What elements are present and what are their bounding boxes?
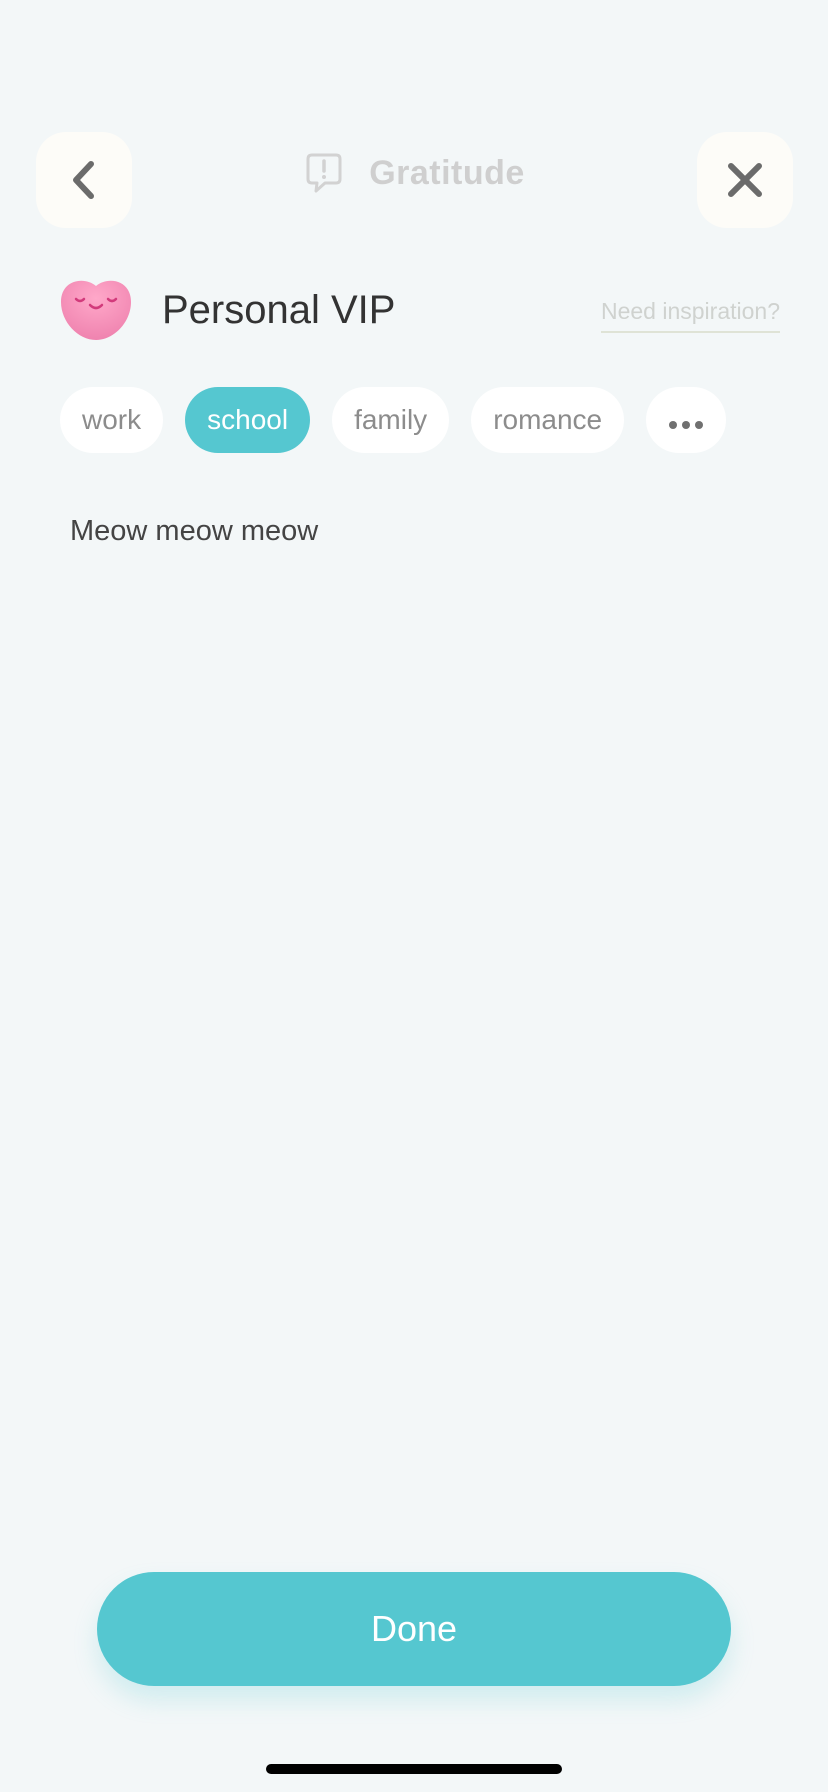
home-indicator — [266, 1764, 562, 1774]
journal-entry-text[interactable]: Meow meow meow — [70, 515, 760, 548]
tag-list: work school family romance — [60, 387, 727, 453]
mood-label: Personal VIP — [162, 288, 396, 332]
page-title: Gratitude — [369, 153, 525, 192]
close-button[interactable] — [697, 132, 793, 228]
close-icon — [728, 163, 762, 197]
tag-work[interactable]: work — [60, 387, 164, 453]
done-button[interactable]: Done — [97, 1572, 731, 1686]
mood-row: Personal VIP Need inspiration? — [60, 278, 780, 348]
tag-romance[interactable]: romance — [471, 387, 625, 453]
pink-heart-face-icon — [61, 280, 131, 340]
need-inspiration-link[interactable]: Need inspiration? — [600, 298, 780, 333]
tag-family[interactable]: family — [332, 387, 450, 453]
speech-bubble-exclamation-icon — [306, 153, 342, 193]
tag-school[interactable]: school — [185, 387, 311, 453]
more-tags-button[interactable] — [646, 387, 727, 453]
more-dots-icon — [667, 404, 706, 436]
